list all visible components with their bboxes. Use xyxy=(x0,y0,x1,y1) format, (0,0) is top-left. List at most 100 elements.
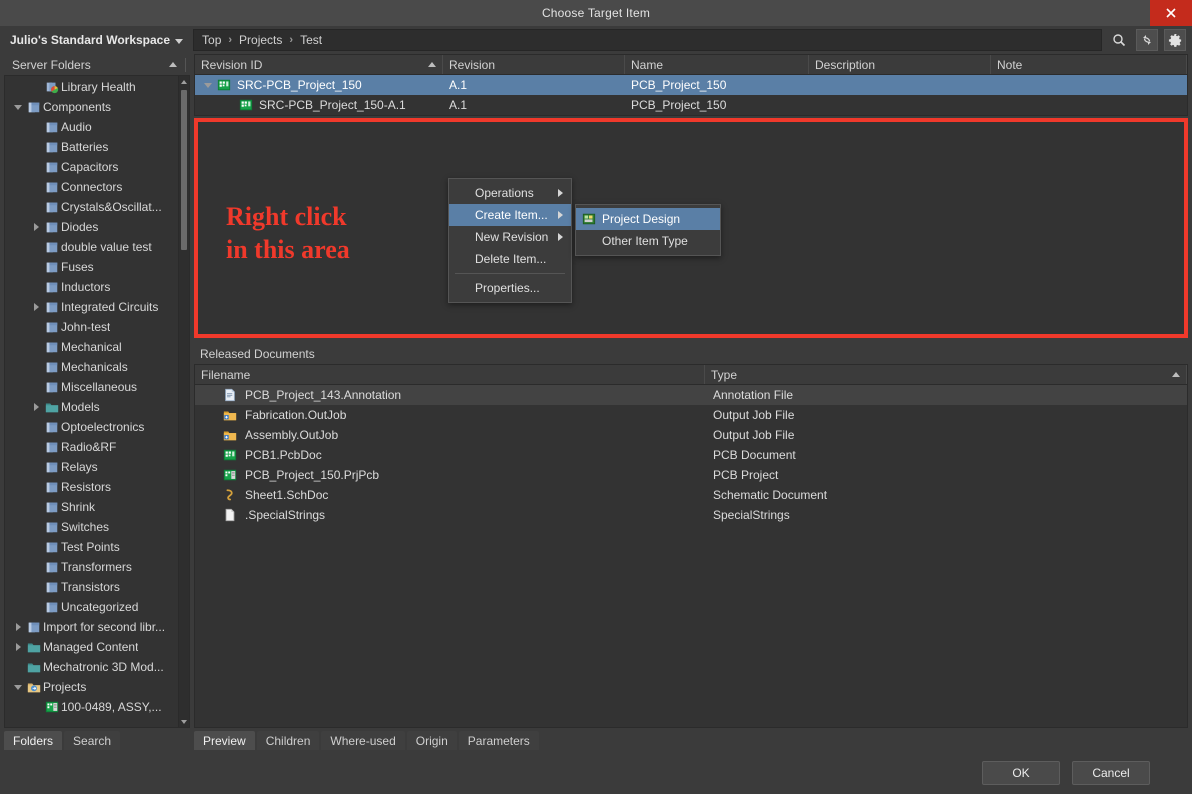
tree-item-components[interactable]: Components xyxy=(5,97,178,117)
document-row[interactable]: Fabrication.OutJobOutput Job File xyxy=(195,405,1187,425)
tree-item-radio-rf[interactable]: Radio&RF xyxy=(5,437,178,457)
workspace-selector[interactable]: Julio's Standard Workspace xyxy=(10,33,183,47)
chevron-down-icon[interactable] xyxy=(11,685,25,690)
tree-item-models[interactable]: Models xyxy=(5,397,178,417)
tree-item-john-test[interactable]: John-test xyxy=(5,317,178,337)
chevron-right-icon[interactable] xyxy=(29,303,43,311)
chevron-right-icon[interactable] xyxy=(11,623,25,631)
sort-ascending-icon[interactable] xyxy=(169,62,177,67)
document-row[interactable]: PCB_Project_143.AnnotationAnnotation Fil… xyxy=(195,385,1187,405)
document-row[interactable]: Assembly.OutJobOutput Job File xyxy=(195,425,1187,445)
scrollbar-thumb[interactable] xyxy=(181,90,187,250)
gear-icon[interactable] xyxy=(1164,29,1186,51)
detail-tab-parameters[interactable]: Parameters xyxy=(459,731,539,750)
document-row[interactable]: PCB1.PcbDocPCB Document xyxy=(195,445,1187,465)
tree-item-library-health[interactable]: Library Health xyxy=(5,77,178,97)
tree-item-transistors[interactable]: Transistors xyxy=(5,577,178,597)
tree-item-batteries[interactable]: Batteries xyxy=(5,137,178,157)
tree-item-100-0489-assy[interactable]: 100-0489, ASSY,... xyxy=(5,697,178,717)
tree-item-managed-content[interactable]: Managed Content xyxy=(5,637,178,657)
chevron-down-icon[interactable] xyxy=(201,83,215,88)
column-header-name[interactable]: Name xyxy=(625,55,809,74)
tree-item-mechatronic-3d-mod[interactable]: Mechatronic 3D Mod... xyxy=(5,657,178,677)
tree-item-label: Components xyxy=(43,100,111,114)
right-click-target-area[interactable]: Right click in this area OperationsCreat… xyxy=(194,118,1188,338)
close-icon[interactable] xyxy=(1150,0,1192,26)
tree-item-projects[interactable]: Projects xyxy=(5,677,178,697)
tree-item-connectors[interactable]: Connectors xyxy=(5,177,178,197)
tree-item-capacitors[interactable]: Capacitors xyxy=(5,157,178,177)
column-header-type[interactable]: Type xyxy=(705,365,1187,384)
tree-item-label: Resistors xyxy=(61,480,111,494)
breadcrumb-item-projects[interactable]: Projects xyxy=(239,33,282,47)
column-header-revision[interactable]: Revision xyxy=(443,55,625,74)
tree-item-uncategorized[interactable]: Uncategorized xyxy=(5,597,178,617)
revision-row[interactable]: SRC-PCB_Project_150-A.1A.1PCB_Project_15… xyxy=(195,95,1187,115)
tree-item-switches[interactable]: Switches xyxy=(5,517,178,537)
tree-item-transformers[interactable]: Transformers xyxy=(5,557,178,577)
document-row[interactable]: .SpecialStringsSpecialStrings xyxy=(195,505,1187,525)
column-header-revision-id[interactable]: Revision ID xyxy=(195,55,443,74)
tree-item-double-value-test[interactable]: double value test xyxy=(5,237,178,257)
search-icon[interactable] xyxy=(1108,29,1130,51)
tree-item-label: Uncategorized xyxy=(61,600,138,614)
menu-item-new-revision[interactable]: New Revision xyxy=(449,226,571,248)
tree-item-shrink[interactable]: Shrink xyxy=(5,497,178,517)
tree-item-optoelectronics[interactable]: Optoelectronics xyxy=(5,417,178,437)
scroll-down-icon[interactable] xyxy=(179,716,189,727)
document-filename: Assembly.OutJob xyxy=(245,428,338,442)
header-divider xyxy=(185,58,186,72)
column-header-description[interactable]: Description xyxy=(809,55,991,74)
hint-line-1: Right click xyxy=(226,200,350,233)
folder-tree-scrollbar[interactable] xyxy=(178,76,189,727)
tree-item-audio[interactable]: Audio xyxy=(5,117,178,137)
tree-item-inductors[interactable]: Inductors xyxy=(5,277,178,297)
tree-item-label: Capacitors xyxy=(61,160,118,174)
tree-item-test-points[interactable]: Test Points xyxy=(5,537,178,557)
tree-item-diodes[interactable]: Diodes xyxy=(5,217,178,237)
revision-row[interactable]: SRC-PCB_Project_150A.1PCB_Project_150 xyxy=(195,75,1187,95)
scroll-up-icon[interactable] xyxy=(179,76,189,87)
menu-item-delete-item[interactable]: Delete Item... xyxy=(449,248,571,270)
tree-item-fuses[interactable]: Fuses xyxy=(5,257,178,277)
detail-tab-children[interactable]: Children xyxy=(257,731,320,750)
chevron-right-icon[interactable] xyxy=(29,223,43,231)
submenu-item-project-design[interactable]: Project Design xyxy=(576,208,720,230)
cancel-button[interactable]: Cancel xyxy=(1072,761,1150,785)
tree-item-label: Shrink xyxy=(61,500,95,514)
document-row[interactable]: Sheet1.SchDocSchematic Document xyxy=(195,485,1187,505)
breadcrumb-item-top[interactable]: Top xyxy=(202,33,221,47)
refresh-icon[interactable] xyxy=(1136,29,1158,51)
document-type: Annotation File xyxy=(705,388,793,402)
chevron-right-icon[interactable] xyxy=(29,403,43,411)
tree-item-resistors[interactable]: Resistors xyxy=(5,477,178,497)
document-row[interactable]: PCB_Project_150.PrjPcbPCB Project xyxy=(195,465,1187,485)
tree-item-relays[interactable]: Relays xyxy=(5,457,178,477)
tree-item-crystals-oscillat[interactable]: Crystals&Oscillat... xyxy=(5,197,178,217)
chevron-right-icon[interactable] xyxy=(11,643,25,651)
chevron-down-icon[interactable] xyxy=(11,105,25,110)
breadcrumb-item-test[interactable]: Test xyxy=(300,33,322,47)
tree-item-miscellaneous[interactable]: Miscellaneous xyxy=(5,377,178,397)
ok-button[interactable]: OK xyxy=(982,761,1060,785)
tree-item-import-for-second-libr[interactable]: Import for second libr... xyxy=(5,617,178,637)
sidebar-tab-folders[interactable]: Folders xyxy=(4,731,62,750)
column-header-note[interactable]: Note xyxy=(991,55,1187,74)
column-header-filename[interactable]: Filename xyxy=(195,365,705,384)
detail-tab-origin[interactable]: Origin xyxy=(407,731,457,750)
detail-tab-where-used[interactable]: Where-used xyxy=(321,731,404,750)
tree-item-mechanical[interactable]: Mechanical xyxy=(5,337,178,357)
menu-item-operations[interactable]: Operations xyxy=(449,182,571,204)
tree-item-integrated-circuits[interactable]: Integrated Circuits xyxy=(5,297,178,317)
submenu-item-other-item-type[interactable]: Other Item Type xyxy=(576,230,720,252)
server-folders-title: Server Folders xyxy=(12,58,91,72)
components-folder-icon xyxy=(43,440,61,454)
menu-item-create-item[interactable]: Create Item... xyxy=(449,204,571,226)
menu-item-properties[interactable]: Properties... xyxy=(449,277,571,299)
sidebar-tab-search[interactable]: Search xyxy=(64,731,120,750)
tree-item-mechanicals[interactable]: Mechanicals xyxy=(5,357,178,377)
tree-item-label: Managed Content xyxy=(43,640,138,654)
chevron-right-icon xyxy=(558,233,563,241)
detail-tab-preview[interactable]: Preview xyxy=(194,731,255,750)
released-documents-grid: Filename Type PCB_Project_143.Annotation… xyxy=(194,364,1188,728)
